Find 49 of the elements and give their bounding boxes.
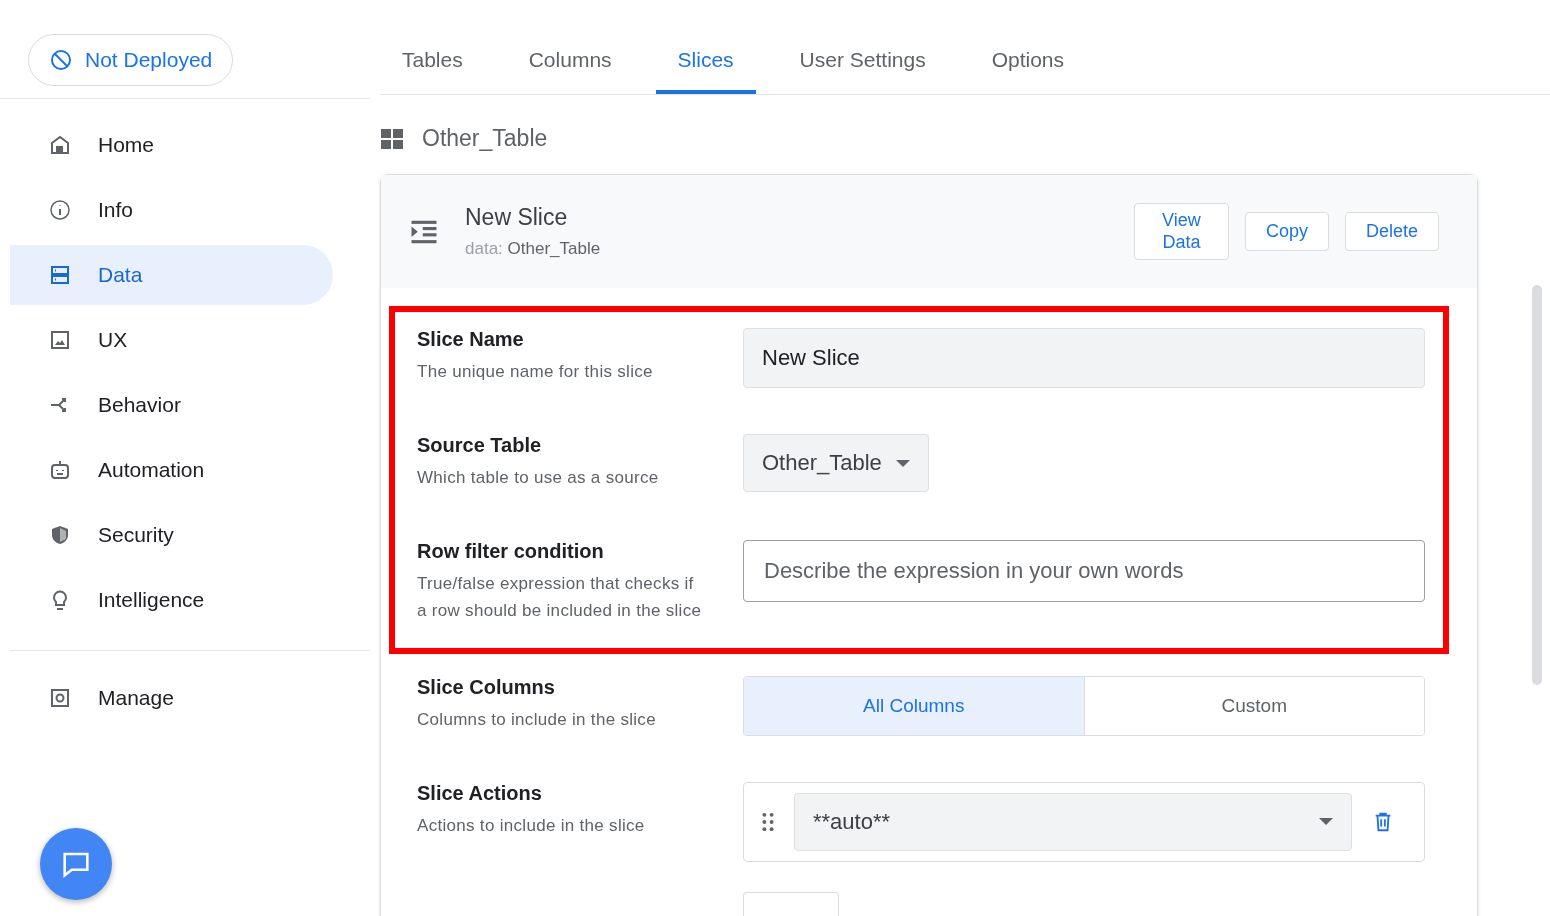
data-icon [48,263,72,287]
sidebar-item[interactable]: Automation [10,440,333,500]
not-deployed-icon [49,48,73,72]
drag-handle-icon[interactable] [762,811,774,832]
chat-button[interactable] [40,828,112,900]
tab[interactable]: User Settings [777,36,948,94]
dropdown[interactable]: Other_Table [743,434,929,493]
slice-title: New Slice [465,204,569,232]
field-description: Columns to include in the slice [417,708,657,731]
field-label: Slice Actions [417,781,543,805]
field-label: Slice Columns [417,675,556,699]
caret-icon [895,459,910,467]
field-description: The unique name for this slice [417,361,654,384]
tab[interactable]: Slices [655,36,756,94]
sidebar-item[interactable]: Data [10,245,333,305]
info-icon [48,198,72,222]
table-name: Other_Table [422,125,548,152]
sidebar-item[interactable]: Manage [10,668,333,728]
tab[interactable]: Columns [506,36,634,94]
sidebar-item[interactable]: Info [10,180,333,240]
text-field[interactable]: New Slice [743,328,1425,389]
dropdown[interactable]: **auto** [794,792,1352,851]
action-button[interactable]: Copy [1244,212,1329,252]
sidebar-item[interactable]: Home [10,115,333,175]
field-label: Source Table [417,434,543,458]
home-icon [48,133,72,157]
tab[interactable]: Options [969,36,1087,94]
sidebar-item[interactable]: Intelligence [10,570,333,630]
segment-button[interactable]: Custom [1083,676,1424,735]
deploy-status-button[interactable]: Not Deployed [28,34,234,86]
action-button[interactable]: View Data [1133,203,1229,261]
manage-icon [48,686,72,710]
field-description: True/false expression that checks if a row should be included in the slice [417,573,703,622]
segment-button[interactable]: All Columns [744,676,1084,735]
field-description: Actions to include in the slice [417,814,646,837]
sidebar-item[interactable]: UX [10,310,333,370]
field-label: Slice Name [417,328,525,352]
automation-icon [48,458,72,482]
field-description: Which table to use as a source [417,467,660,490]
sidebar-item[interactable]: Behavior [10,375,333,435]
ux-icon [48,328,72,352]
action-button[interactable]: Delete [1344,212,1439,252]
caret-icon [1319,818,1333,826]
tab[interactable]: Tables [380,36,485,94]
sidebar-item[interactable]: Security [10,505,333,565]
slice-source: data: Other_Table [465,239,602,260]
grid-icon [380,126,404,151]
field-label: Row filter condition [417,540,605,564]
input-field[interactable]: Describe the expression in your own words [743,540,1425,603]
